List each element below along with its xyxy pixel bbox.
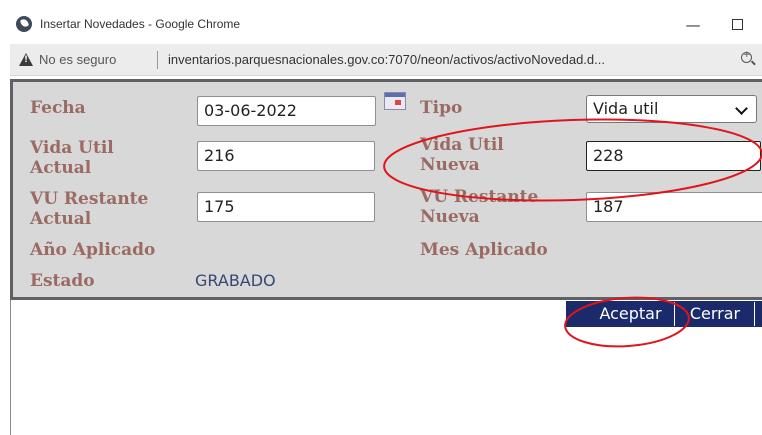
zoom-icon[interactable]	[741, 50, 752, 63]
address-separator	[157, 51, 158, 69]
chevron-down-icon	[735, 102, 748, 115]
close-window-button[interactable]: ✕	[758, 12, 762, 38]
window-edge	[10, 300, 11, 435]
url-text[interactable]: inventarios.parquesnacionales.gov.co:707…	[168, 52, 605, 67]
vida-util-nueva-input[interactable]: 228	[586, 141, 761, 171]
vu-restante-nueva-input[interactable]: 187	[586, 192, 762, 222]
chrome-app-icon	[16, 16, 32, 32]
vida-util-actual-input[interactable]: 216	[197, 141, 375, 171]
vu-restante-actual-label: VU Restante Actual	[30, 189, 149, 229]
vida-util-actual-label: Vida Util Actual	[30, 138, 114, 178]
browser-window: Insertar Novedades - Google Chrome — ✕ N…	[0, 0, 762, 435]
address-bar[interactable]: No es seguro inventarios.parquesnacional…	[10, 44, 762, 76]
tipo-selected-value: Vida util	[593, 99, 659, 118]
vida-util-nueva-label: Vida Util Nueva	[420, 135, 504, 175]
mes-aplicado-label: Mes Aplicado	[420, 240, 548, 260]
vu-restante-nueva-label: VU Restante Nueva	[420, 187, 539, 227]
warning-icon[interactable]	[19, 53, 33, 66]
novedad-form: Fecha 03-06-2022 Tipo Vida util Vida Uti…	[10, 79, 762, 300]
cerrar-button[interactable]: Cerrar	[676, 301, 754, 327]
button-divider	[674, 302, 675, 326]
tipo-select[interactable]: Vida util	[586, 95, 757, 123]
maximize-icon	[731, 18, 743, 30]
calendar-icon[interactable]	[384, 92, 406, 110]
estado-value: GRABADO	[195, 271, 276, 290]
tipo-label: Tipo	[420, 98, 463, 118]
anio-aplicado-label: Año Aplicado	[30, 240, 156, 260]
estado-label: Estado	[30, 271, 95, 291]
aceptar-button[interactable]: Aceptar	[588, 301, 673, 327]
title-bar: Insertar Novedades - Google Chrome — ✕	[10, 9, 762, 40]
fecha-input[interactable]: 03-06-2022	[197, 96, 376, 126]
fecha-label: Fecha	[30, 98, 86, 118]
security-status[interactable]: No es seguro	[39, 52, 116, 67]
button-divider	[754, 302, 755, 326]
vu-restante-actual-input[interactable]: 175	[197, 192, 375, 222]
maximize-button[interactable]	[714, 12, 760, 38]
minimize-button[interactable]: —	[670, 12, 716, 38]
window-title: Insertar Novedades - Google Chrome	[40, 17, 241, 31]
